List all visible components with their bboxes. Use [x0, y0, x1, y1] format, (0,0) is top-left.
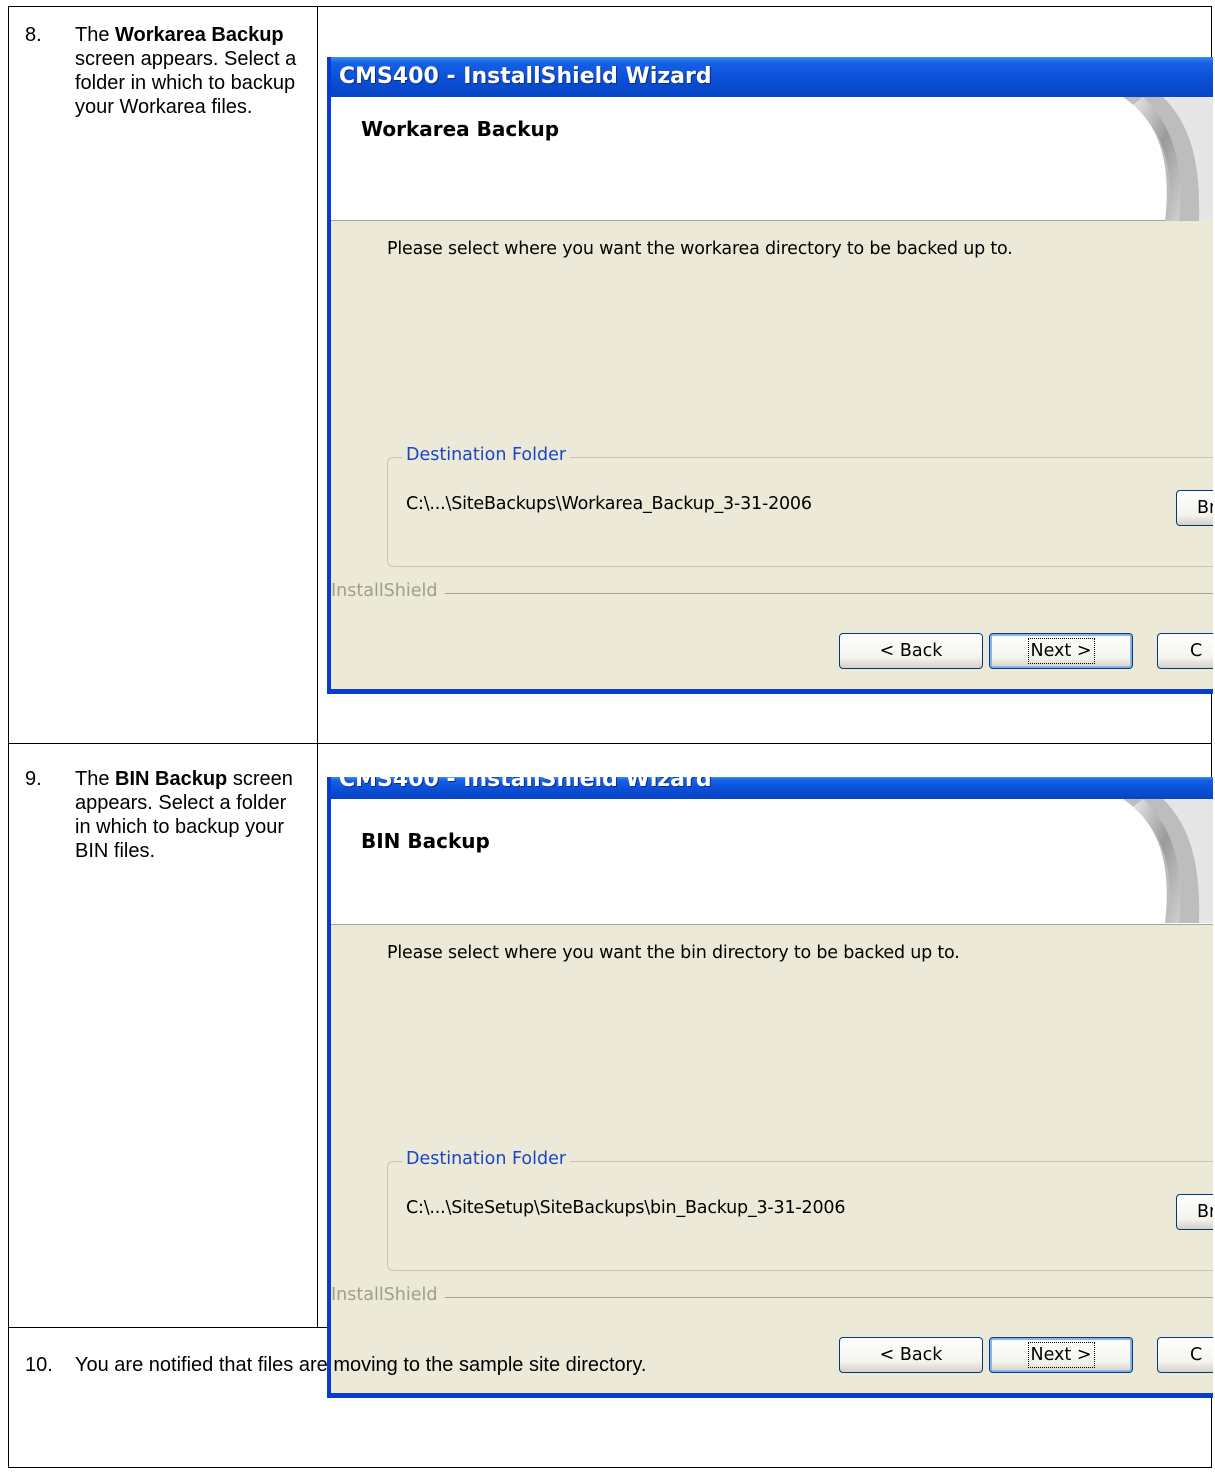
wizard-page-title: Workarea Backup	[361, 117, 560, 141]
row-divider	[9, 743, 1211, 744]
column-divider	[317, 7, 318, 1327]
installshield-label: InstallShield	[331, 581, 446, 601]
browse-button[interactable]: Browse	[1176, 490, 1213, 526]
step-number: 9.	[25, 768, 42, 790]
next-button[interactable]: Next >	[989, 1337, 1133, 1373]
destination-path: C:\...\SiteSetup\SiteBackups\bin_Backup_…	[406, 1198, 846, 1218]
destination-path: C:\...\SiteBackups\Workarea_Backup_3-31-…	[406, 494, 812, 514]
destination-folder-group: Destination Folder C:\...\SiteSetup\Site…	[387, 1149, 1213, 1271]
next-button[interactable]: Next >	[989, 633, 1133, 669]
page-curl-icon	[1123, 97, 1213, 221]
browse-button[interactable]: Browse	[1176, 1194, 1213, 1230]
step-10-text: 10. You are notified that files are movin…	[25, 1353, 646, 1377]
window-title-bar[interactable]: CMS400 - InstallShield Wizard	[331, 777, 1213, 799]
cancel-button[interactable]: C	[1157, 633, 1213, 669]
back-button[interactable]: < Back	[839, 1337, 983, 1373]
destination-folder-label: Destination Folder	[402, 445, 571, 465]
wizard-header: Workarea Backup	[331, 97, 1213, 221]
step-number: 10.	[25, 1354, 53, 1376]
installshield-wizard-window: CMS400 - InstallShield Wizard BIN Backup…	[327, 777, 1213, 1398]
prompt-text: Please select where you want the workare…	[387, 239, 1013, 259]
wizard-header: BIN Backup	[331, 799, 1213, 925]
next-button-label: Next >	[1027, 638, 1095, 664]
wizard-body: Please select where you want the bin dir…	[331, 925, 1213, 1393]
destination-folder-group: Destination Folder C:\...\SiteBackups\Wo…	[387, 445, 1213, 567]
prompt-text: Please select where you want the bin dir…	[387, 943, 960, 963]
installshield-label: InstallShield	[331, 1285, 446, 1305]
step-description: You are notified that files are moving t…	[75, 1354, 647, 1376]
separator	[331, 1297, 1213, 1298]
next-button-label: Next >	[1027, 1342, 1095, 1368]
separator	[331, 593, 1213, 594]
step-number: 8.	[25, 24, 42, 46]
back-button[interactable]: < Back	[839, 633, 983, 669]
page-curl-icon	[1123, 799, 1213, 923]
wizard-page-title: BIN Backup	[361, 829, 490, 853]
destination-folder-label: Destination Folder	[402, 1149, 571, 1169]
wizard-body: Please select where you want the workare…	[331, 221, 1213, 689]
window-title-bar[interactable]: CMS400 - InstallShield Wizard	[331, 57, 1213, 97]
instruction-table: 8. The Workarea Backup screen appears. S…	[8, 6, 1213, 1468]
step-description: The Workarea Backup screen appears. Sele…	[75, 24, 297, 118]
cancel-button[interactable]: C	[1157, 1337, 1213, 1373]
step-description: The BIN Backup screen appears. Select a …	[75, 768, 293, 862]
installshield-wizard-window: CMS400 - InstallShield Wizard Workarea B…	[327, 57, 1213, 694]
